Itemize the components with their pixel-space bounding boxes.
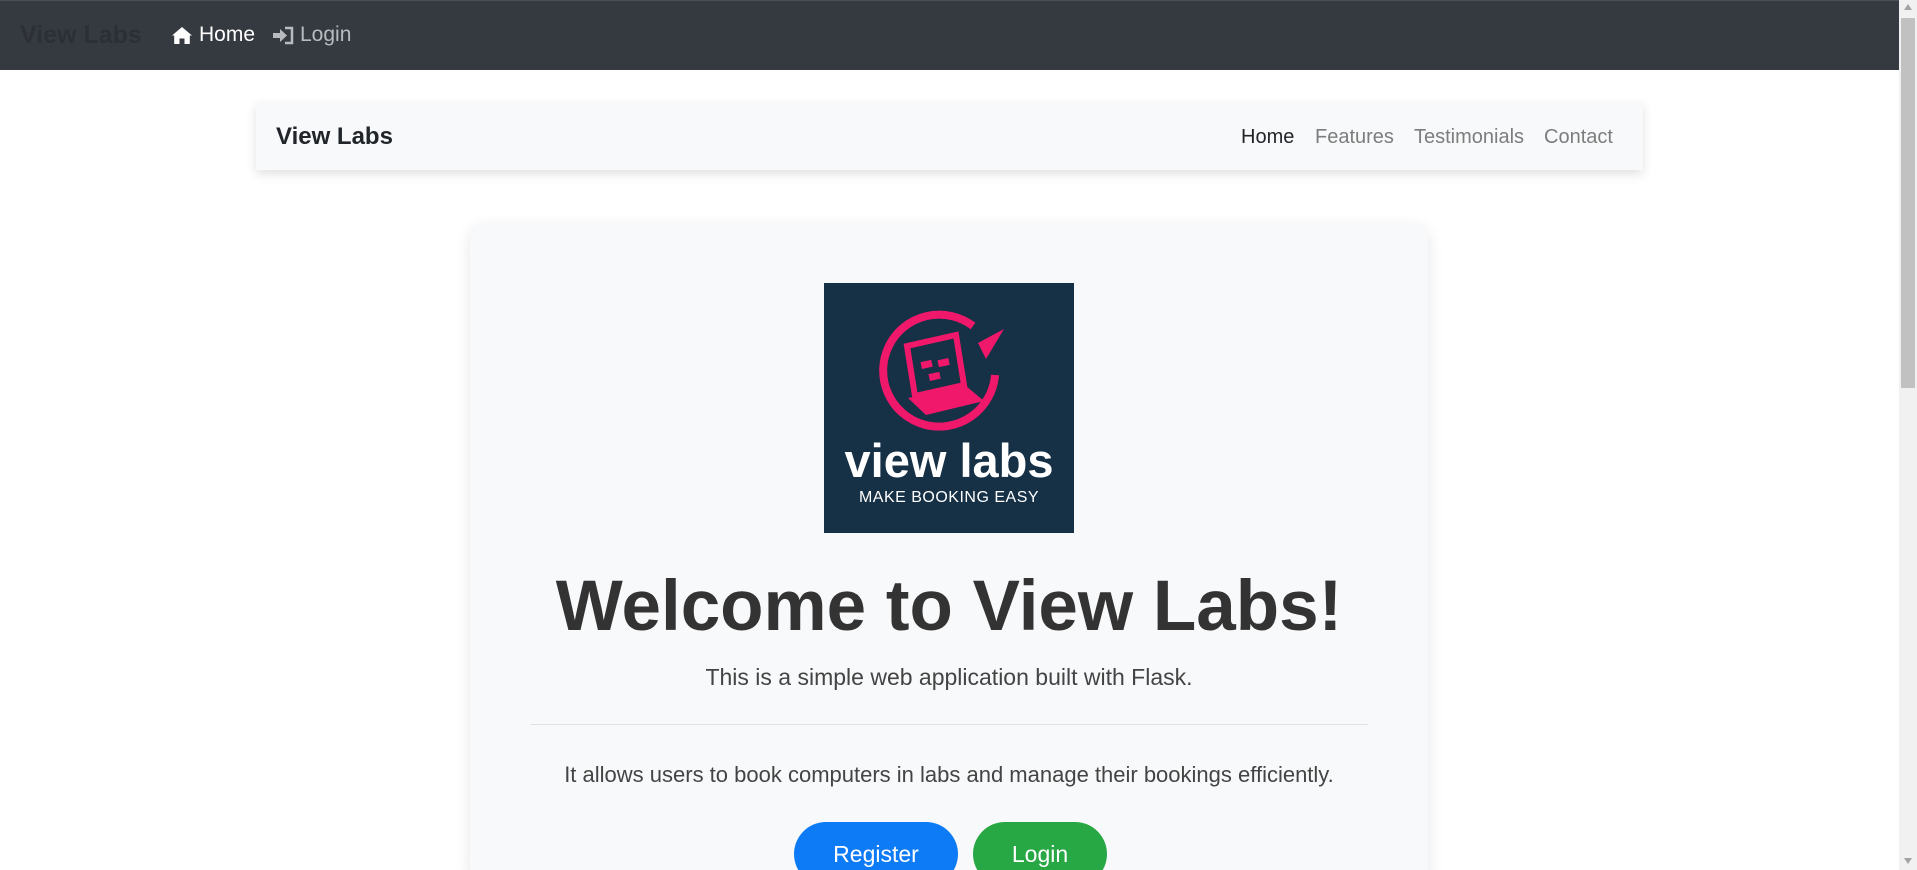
- login-button[interactable]: Login: [973, 822, 1107, 870]
- home-icon: [172, 26, 192, 44]
- top-navbar: View Labs Home Login: [0, 0, 1899, 70]
- scroll-up-arrow-icon[interactable]: [1904, 4, 1912, 10]
- top-nav-login-label: Login: [300, 23, 352, 46]
- divider: [530, 724, 1368, 725]
- lead-text: This is a simple web application built w…: [705, 664, 1193, 690]
- secondary-navbar-brand[interactable]: View Labs: [276, 123, 393, 151]
- top-nav-home-label: Home: [199, 23, 256, 46]
- top-navbar-brand[interactable]: View Labs: [20, 21, 142, 50]
- logo-wordmark: view labs: [844, 434, 1054, 487]
- view-labs-logo: view labs MAKE BOOKING EASY: [824, 283, 1074, 533]
- top-nav-home-link[interactable]: Home: [171, 23, 255, 47]
- page-title: Welcome to View Labs!: [555, 567, 1343, 646]
- register-button[interactable]: Register: [794, 822, 958, 870]
- nav-link-testimonials[interactable]: Testimonials: [1414, 126, 1524, 149]
- nav-link-contact[interactable]: Contact: [1544, 126, 1613, 149]
- welcome-card: view labs MAKE BOOKING EASY Welcome to V…: [470, 224, 1428, 870]
- logo-tagline: MAKE BOOKING EASY: [858, 489, 1040, 506]
- nav-link-home[interactable]: Home: [1241, 126, 1294, 149]
- scrollbar-thumb[interactable]: [1901, 18, 1915, 388]
- nav-link-features[interactable]: Features: [1315, 126, 1394, 149]
- sign-in-icon: [273, 26, 294, 44]
- scroll-down-arrow-icon[interactable]: [1904, 858, 1912, 864]
- top-nav-login-link[interactable]: Login: [272, 23, 351, 47]
- description-text: It allows users to book computers in lab…: [564, 762, 1334, 787]
- secondary-navbar: View Labs Home Features Testimonials Con…: [256, 102, 1643, 170]
